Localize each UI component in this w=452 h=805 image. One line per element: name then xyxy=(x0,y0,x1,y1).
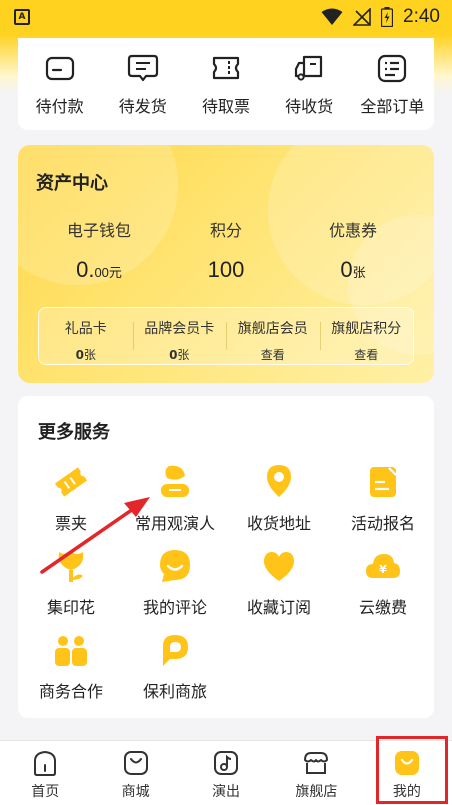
tab-mine[interactable]: 我的 xyxy=(362,741,452,805)
tab-flagship[interactable]: 旗舰店 xyxy=(271,741,361,805)
sub-label: 旗舰店会员 xyxy=(237,321,308,337)
signup-form-icon xyxy=(370,467,397,497)
service-label: 活动报名 xyxy=(350,514,415,533)
bottom-tab-bar: 首页 商城 演出 旗舰店 我的 xyxy=(0,740,452,805)
flagship-points[interactable]: 旗舰店积分 查看 xyxy=(319,308,414,364)
cloud-payment-icon: ¥ xyxy=(366,554,400,578)
tab-label: 演出 xyxy=(212,784,241,800)
service-label: 票夹 xyxy=(54,514,87,533)
flagship-member[interactable]: 旗舰店会员 查看 xyxy=(226,308,320,364)
sub-value: 0张 xyxy=(75,348,96,362)
storefront-icon xyxy=(304,752,329,774)
coupon-value: 0张 xyxy=(340,257,366,282)
wallet-label: 电子钱包 xyxy=(66,221,131,240)
music-note-icon xyxy=(214,751,239,775)
service-favorites[interactable]: 收藏订阅 xyxy=(227,546,331,618)
order-all[interactable]: 全部订单 xyxy=(352,51,432,117)
orders-card: 待付款 待发货 待取票 待收货 全部订单 xyxy=(18,38,434,130)
business-cooperation-icon xyxy=(55,636,87,666)
order-label: 全部订单 xyxy=(360,97,425,116)
points-value: 100 xyxy=(207,257,245,282)
service-comments[interactable]: 我的评论 xyxy=(123,546,227,618)
service-poly-travel[interactable]: 保利商旅 xyxy=(123,630,227,702)
asset-center-card: 资产中心 电子钱包 0.00元 积分 100 优惠券 0张 礼品卡 0张 品牌会… xyxy=(18,145,434,383)
truck-icon xyxy=(295,55,323,81)
sub-value: 0张 xyxy=(169,348,190,362)
heart-icon xyxy=(263,552,295,581)
wallet-card-icon xyxy=(45,56,74,81)
status-time: 2:40 xyxy=(403,6,440,27)
status-indicators: 2:40 xyxy=(321,6,440,28)
coupon-balance[interactable]: 优惠券 0张 xyxy=(293,217,413,283)
coupon-label: 优惠券 xyxy=(328,221,377,240)
tab-label: 我的 xyxy=(392,784,421,800)
sub-label: 礼品卡 xyxy=(64,321,107,337)
shopping-bag-icon xyxy=(123,751,148,775)
location-pin-icon xyxy=(267,465,291,497)
status-bar: A 2:40 xyxy=(0,0,452,34)
order-label: 待取票 xyxy=(201,97,250,116)
tab-home[interactable]: 首页 xyxy=(0,741,90,805)
wallet-balance[interactable]: 电子钱包 0.00元 xyxy=(39,217,159,283)
brand-member-card[interactable]: 品牌会员卡 0张 xyxy=(132,308,227,364)
service-address[interactable]: 收货地址 xyxy=(227,462,331,534)
gift-card[interactable]: 礼品卡 0张 xyxy=(39,308,133,364)
tab-mall[interactable]: 商城 xyxy=(90,741,180,805)
service-stamps[interactable]: 集印花 xyxy=(19,546,123,618)
poly-travel-icon xyxy=(163,635,188,666)
service-label: 保利商旅 xyxy=(142,682,207,701)
order-pending-ticket[interactable]: 待取票 xyxy=(186,51,266,117)
tab-label: 商城 xyxy=(121,784,150,800)
sub-label: 品牌会员卡 xyxy=(144,321,215,337)
tab-shows[interactable]: 演出 xyxy=(181,741,271,805)
flower-stamp-icon xyxy=(58,552,84,582)
ticket-holder-icon xyxy=(54,467,88,497)
message-box-icon xyxy=(127,54,158,82)
home-icon xyxy=(34,750,57,776)
asset-sub-panel: 礼品卡 0张 品牌会员卡 0张 旗舰店会员 查看 旗舰店积分 查看 xyxy=(38,307,414,365)
asset-center-title: 资产中心 xyxy=(36,173,108,194)
wifi-icon xyxy=(321,8,343,25)
svg-text:¥: ¥ xyxy=(379,563,387,576)
order-label: 待收货 xyxy=(285,97,334,116)
service-label: 云缴费 xyxy=(358,598,407,617)
battery-charging-icon xyxy=(381,7,394,27)
order-list-icon xyxy=(378,54,407,83)
points-label: 积分 xyxy=(209,221,242,240)
service-label: 常用观演人 xyxy=(134,514,215,533)
sub-label: 旗舰店积分 xyxy=(331,321,402,337)
service-label: 商务合作 xyxy=(38,682,103,701)
order-pending-receipt[interactable]: 待收货 xyxy=(269,51,349,117)
sub-value: 查看 xyxy=(354,348,379,362)
service-label: 集印花 xyxy=(46,598,95,617)
audience-person-icon xyxy=(161,465,189,497)
comment-icon xyxy=(160,550,190,582)
ticket-icon xyxy=(212,56,240,80)
service-ticket-holder[interactable]: 票夹 xyxy=(19,462,123,534)
service-business[interactable]: 商务合作 xyxy=(19,630,123,702)
more-services-card: 更多服务 票夹 常用观演人 收货地址 活动报名 集印花 我的评论 收藏订阅 ¥ … xyxy=(18,396,434,718)
service-label: 收藏订阅 xyxy=(246,598,311,617)
service-cloud-payment[interactable]: ¥ 云缴费 xyxy=(331,546,435,618)
app-notification-icon: A xyxy=(14,9,30,25)
service-label: 我的评论 xyxy=(142,598,207,617)
more-services-title: 更多服务 xyxy=(38,422,110,443)
no-signal-icon xyxy=(353,8,371,26)
order-label: 待发货 xyxy=(118,97,167,116)
order-label: 待付款 xyxy=(35,97,84,116)
service-label: 收货地址 xyxy=(246,514,311,533)
tab-label: 首页 xyxy=(31,784,60,800)
tab-label: 旗舰店 xyxy=(295,784,338,800)
profile-face-icon xyxy=(394,751,419,775)
points-balance[interactable]: 积分 100 xyxy=(166,217,286,283)
service-audience[interactable]: 常用观演人 xyxy=(123,462,227,534)
order-pending-shipment[interactable]: 待发货 xyxy=(103,51,183,117)
order-pending-payment[interactable]: 待付款 xyxy=(20,51,100,117)
service-signup[interactable]: 活动报名 xyxy=(331,462,435,534)
wallet-value: 0.00元 xyxy=(76,257,122,282)
sub-value: 查看 xyxy=(260,348,285,362)
